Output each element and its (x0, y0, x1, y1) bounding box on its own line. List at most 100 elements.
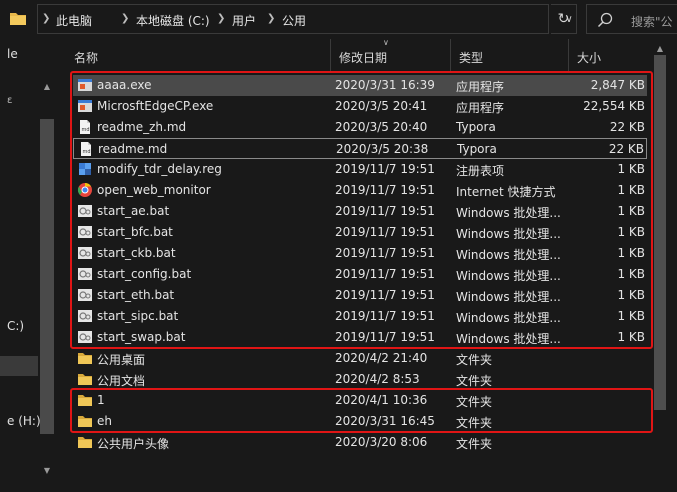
search-box[interactable]: 搜索"公 (586, 4, 677, 34)
bat-icon (77, 266, 93, 282)
file-size: 1 KB (617, 162, 645, 176)
table-row[interactable]: start_sipc.bat 2019/11/7 19:51 Windows 批处理… (73, 306, 647, 327)
table-row[interactable]: start_swap.bat 2019/11/7 19:51 Windows 批处理… (73, 327, 647, 348)
file-date: 2019/11/7 19:51 (335, 267, 435, 281)
file-size: 22,554 KB (583, 99, 645, 113)
chevron-right-icon[interactable]: ❯ (217, 13, 225, 24)
table-row[interactable]: 公用文档 2020/4/2 8:53 文件夹 (73, 369, 647, 390)
svg-text:md: md (82, 127, 90, 133)
file-date: 2019/11/7 19:51 (335, 204, 435, 218)
svg-text:md: md (83, 149, 91, 155)
file-date: 2019/11/7 19:51 (335, 330, 435, 344)
nav-item-h-drive[interactable]: e (H:) (7, 414, 41, 428)
scroll-up-icon[interactable]: ▲ (653, 44, 667, 54)
bat-icon (77, 287, 93, 303)
table-row[interactable]: modify_tdr_delay.reg 2019/11/7 19:51 注册表项 1… (73, 159, 647, 180)
file-size: 1 KB (617, 267, 645, 281)
chevron-right-icon[interactable]: ❯ (42, 13, 50, 24)
column-label: 修改日期 (339, 51, 388, 65)
file-date: 2020/3/31 16:39 (335, 78, 435, 92)
file-date: 2020/3/5 20:41 (335, 99, 428, 113)
column-label: 类型 (459, 51, 484, 65)
file-name: start_eth.bat (97, 288, 175, 302)
file-date: 2019/11/7 19:51 (335, 309, 435, 323)
table-row[interactable]: 1 2020/4/1 10:36 文件夹 (73, 390, 647, 411)
nav-scrollbar-thumb[interactable] (40, 119, 54, 434)
column-header-name[interactable]: 名称 (66, 39, 331, 72)
nav-item-c-drive[interactable]: C:) (7, 319, 24, 333)
file-date: 2019/11/7 19:51 (335, 183, 435, 197)
file-name: eh (97, 414, 112, 428)
file-type: Typora (457, 142, 497, 156)
chevron-right-icon[interactable]: ❯ (267, 13, 275, 24)
table-row[interactable]: eh 2020/3/31 16:45 文件夹 (73, 411, 647, 432)
file-type: Windows 批处理... (456, 311, 561, 325)
file-date: 2020/4/1 10:36 (335, 393, 428, 407)
bat-icon (77, 245, 93, 261)
file-type: 文件夹 (456, 395, 493, 409)
folder-icon (77, 350, 93, 366)
bat-icon (77, 224, 93, 240)
table-row[interactable]: md readme.md 2020/3/5 20:38 Typora 22 KB (73, 138, 647, 159)
address-box[interactable]: ❯ 此电脑 ❯ 本地磁盘 (C:) ❯ 用户 ❯ 公用 ∨ (37, 4, 573, 34)
file-date: 2019/11/7 19:51 (335, 162, 435, 176)
table-row[interactable]: md readme_zh.md 2020/3/5 20:40 Typora 22 KB (73, 117, 647, 138)
file-type: 应用程序 (456, 80, 505, 94)
table-row[interactable]: 公用桌面 2020/4/2 21:40 文件夹 (73, 348, 647, 369)
breadcrumb-this-pc[interactable]: 此电脑 (56, 12, 92, 29)
refresh-button[interactable]: ↻ (551, 4, 577, 34)
file-name: readme_zh.md (97, 120, 187, 134)
table-row[interactable]: aaaa.exe 2020/3/31 16:39 应用程序 2,847 KB (73, 75, 647, 96)
column-header-size[interactable]: 大小 (569, 39, 649, 72)
list-scrollbar-thumb[interactable] (654, 55, 666, 410)
table-row[interactable]: start_ae.bat 2019/11/7 19:51 Windows 批处理..… (73, 201, 647, 222)
file-date: 2020/3/20 8:06 (335, 435, 428, 449)
file-name: MicrosftEdgeCP.exe (97, 99, 214, 113)
file-type: Windows 批处理... (456, 269, 561, 283)
file-size: 1 KB (617, 288, 645, 302)
file-name: start_bfc.bat (97, 225, 173, 239)
breadcrumb-public[interactable]: 公用 (282, 12, 306, 29)
breadcrumb-users[interactable]: 用户 (232, 12, 256, 29)
sort-chevron-icon: ∨ (383, 38, 389, 47)
table-row[interactable]: start_eth.bat 2019/11/7 19:51 Windows 批处理.… (73, 285, 647, 306)
file-type: Typora (456, 120, 496, 134)
table-row[interactable]: 公共用户头像 2020/3/20 8:06 文件夹 (73, 432, 647, 453)
file-size: 1 KB (617, 246, 645, 260)
table-row[interactable]: start_ckb.bat 2019/11/7 19:51 Windows 批处理.… (73, 243, 647, 264)
url-icon (77, 182, 93, 198)
search-input[interactable]: 搜索"公 (631, 13, 673, 30)
scroll-down-icon[interactable]: ▼ (40, 466, 54, 478)
folder-icon (77, 392, 93, 408)
file-type: 文件夹 (456, 437, 493, 451)
file-date: 2019/11/7 19:51 (335, 288, 435, 302)
table-row[interactable]: open_web_monitor 2019/11/7 19:51 Internet … (73, 180, 647, 201)
table-row[interactable]: start_config.bat 2019/11/7 19:51 Windows 批… (73, 264, 647, 285)
file-name: start_sipc.bat (97, 309, 179, 323)
navigation-pane: le ε C:) e (H:) ▲ ▼ (0, 39, 56, 475)
nav-item[interactable]: le (7, 47, 18, 61)
table-row[interactable]: MicrosftEdgeCP.exe 2020/3/5 20:41 应用程序 22,5… (73, 96, 647, 117)
file-list: 名称 ∨ 修改日期 类型 大小 aaaa.exe 2020/3/31 16:39 应… (56, 38, 677, 453)
file-type: Windows 批处理... (456, 290, 561, 304)
file-size: 1 KB (617, 204, 645, 218)
file-type: 应用程序 (456, 101, 505, 115)
exe-icon (77, 98, 93, 114)
file-name: 公共用户头像 (97, 437, 170, 451)
column-header-type[interactable]: 类型 (451, 39, 569, 72)
scroll-up-icon[interactable]: ▲ (40, 82, 54, 94)
breadcrumb-local-disk[interactable]: 本地磁盘 (C:) (136, 12, 210, 29)
file-name: start_ckb.bat (97, 246, 176, 260)
column-header-date[interactable]: ∨ 修改日期 (331, 38, 451, 72)
file-type: 文件夹 (456, 416, 493, 430)
file-type: 注册表项 (456, 164, 505, 178)
nav-item[interactable]: ε (7, 95, 12, 106)
nav-item-selected[interactable] (0, 356, 38, 376)
chevron-right-icon[interactable]: ❯ (121, 13, 129, 24)
file-type: Windows 批处理... (456, 332, 561, 346)
bat-icon (77, 203, 93, 219)
folder-icon (77, 413, 93, 429)
file-name: start_swap.bat (97, 330, 186, 344)
file-name: modify_tdr_delay.reg (97, 162, 222, 176)
table-row[interactable]: start_bfc.bat 2019/11/7 19:51 Windows 批处理.… (73, 222, 647, 243)
